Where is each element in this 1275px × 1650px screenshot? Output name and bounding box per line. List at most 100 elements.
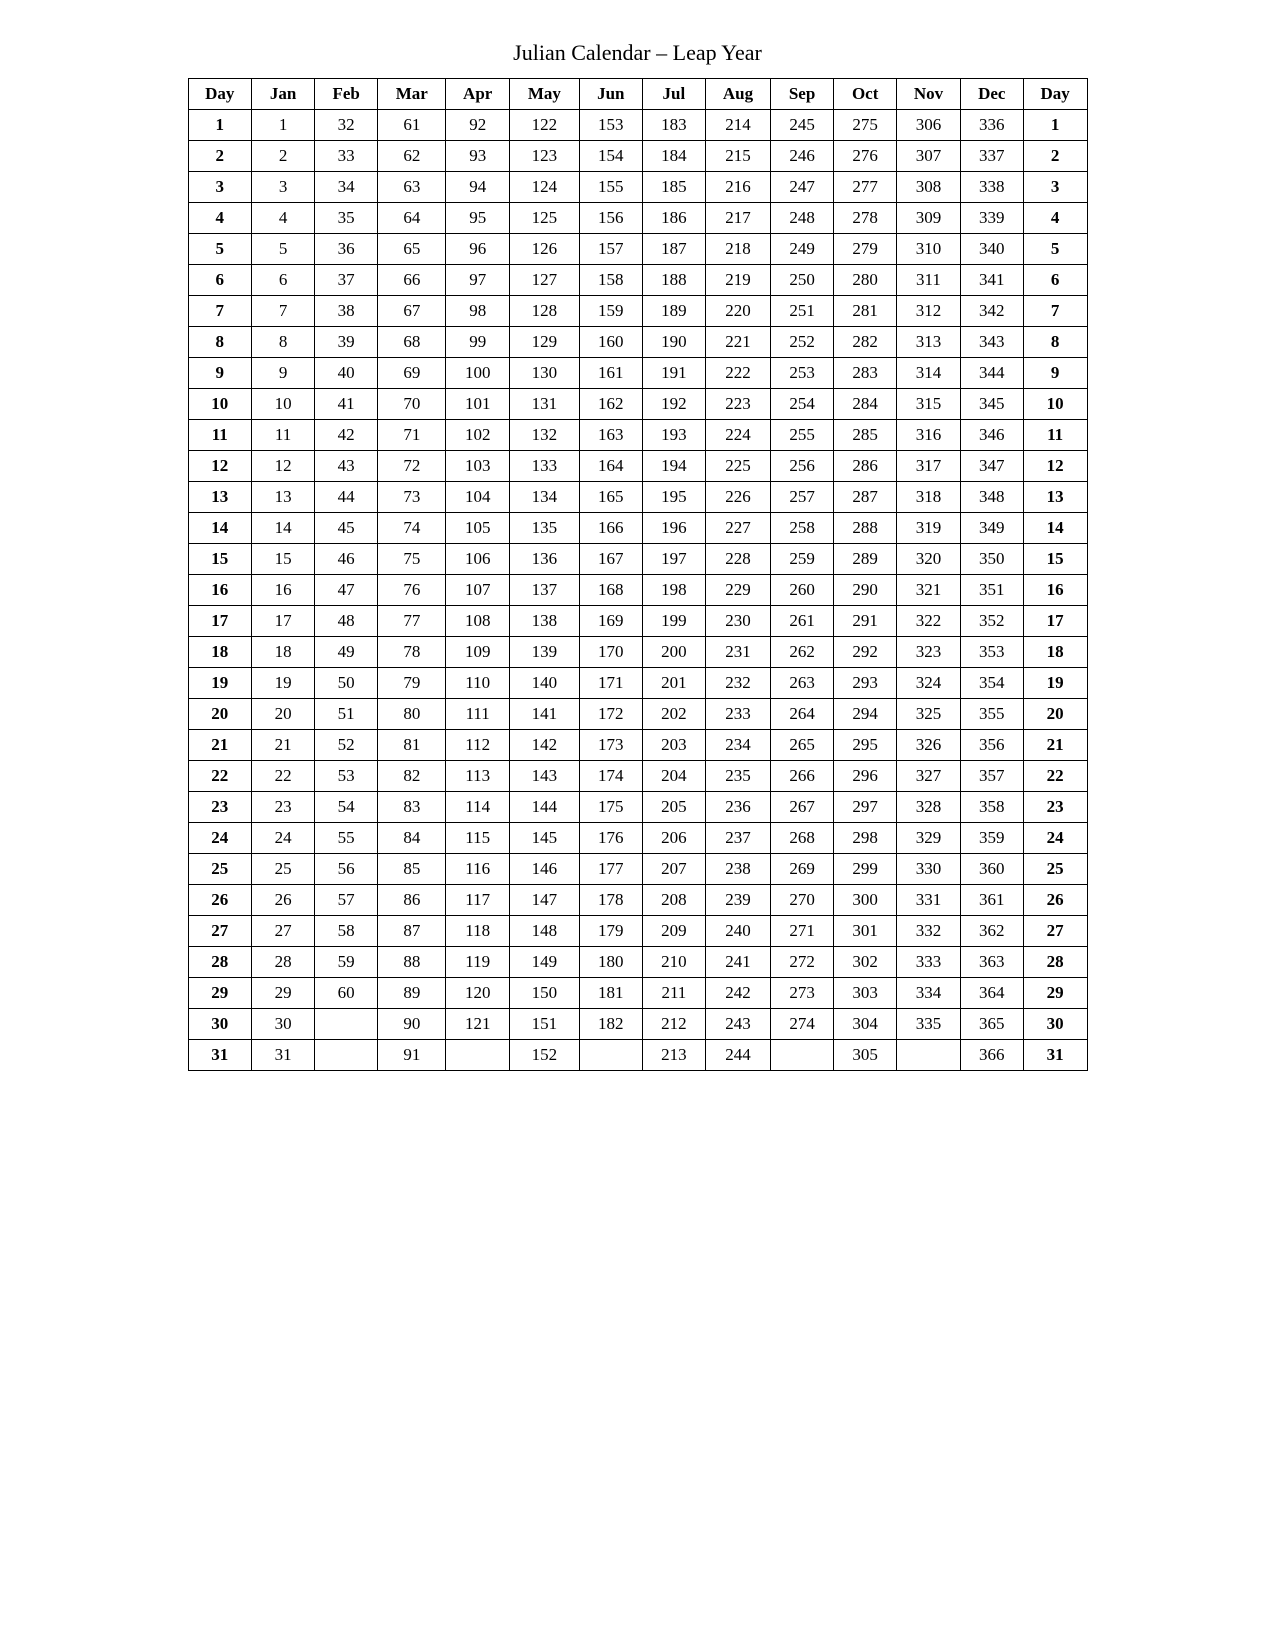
cell-apr-2: 93 (446, 141, 510, 172)
table-row: 31319115221324430536631 (188, 1040, 1087, 1071)
cell-day-14: 14 (1023, 513, 1087, 544)
cell-aug-23: 236 (705, 792, 770, 823)
cell-dec-26: 361 (960, 885, 1023, 916)
cell-oct-18: 292 (834, 637, 897, 668)
cell-oct-10: 284 (834, 389, 897, 420)
header-jan: Jan (252, 79, 315, 110)
cell-dec-29: 364 (960, 978, 1023, 1009)
cell-jan-26: 26 (252, 885, 315, 916)
cell-mar-10: 70 (378, 389, 446, 420)
cell-jun-24: 176 (579, 823, 642, 854)
cell-jan-20: 20 (252, 699, 315, 730)
cell-mar-22: 82 (378, 761, 446, 792)
cell-mar-12: 72 (378, 451, 446, 482)
cell-mar-27: 87 (378, 916, 446, 947)
cell-mar-15: 75 (378, 544, 446, 575)
cell-apr-30: 121 (446, 1009, 510, 1040)
cell-jul-13: 195 (642, 482, 705, 513)
cell-jan-5: 5 (252, 234, 315, 265)
cell-jan-18: 18 (252, 637, 315, 668)
cell-feb-30 (315, 1009, 378, 1040)
cell-may-21: 142 (509, 730, 579, 761)
cell-mar-7: 67 (378, 296, 446, 327)
cell-dec-11: 346 (960, 420, 1023, 451)
cell-aug-12: 225 (705, 451, 770, 482)
cell-dec-8: 343 (960, 327, 1023, 358)
cell-nov-7: 312 (897, 296, 961, 327)
cell-day-29: 29 (1023, 978, 1087, 1009)
table-row: 223362931231541842152462763073372 (188, 141, 1087, 172)
cell-sep-17: 261 (771, 606, 834, 637)
cell-jun-19: 171 (579, 668, 642, 699)
cell-jan-13: 13 (252, 482, 315, 513)
cell-jul-30: 212 (642, 1009, 705, 1040)
cell-oct-28: 302 (834, 947, 897, 978)
cell-aug-4: 217 (705, 203, 770, 234)
cell-day-18: 18 (188, 637, 252, 668)
table-row: 1515467510613616719722825928932035015 (188, 544, 1087, 575)
cell-jun-9: 161 (579, 358, 642, 389)
cell-oct-13: 287 (834, 482, 897, 513)
cell-day-8: 8 (1023, 327, 1087, 358)
cell-apr-7: 98 (446, 296, 510, 327)
table-row: 2020518011114117220223326429432535520 (188, 699, 1087, 730)
table-row: 1010417010113116219222325428431534510 (188, 389, 1087, 420)
cell-day-18: 18 (1023, 637, 1087, 668)
cell-apr-21: 112 (446, 730, 510, 761)
cell-may-18: 139 (509, 637, 579, 668)
cell-mar-20: 80 (378, 699, 446, 730)
cell-jun-8: 160 (579, 327, 642, 358)
cell-day-23: 23 (1023, 792, 1087, 823)
cell-nov-5: 310 (897, 234, 961, 265)
cell-aug-11: 224 (705, 420, 770, 451)
cell-mar-31: 91 (378, 1040, 446, 1071)
header-day: Day (188, 79, 252, 110)
cell-day-30: 30 (188, 1009, 252, 1040)
cell-oct-26: 300 (834, 885, 897, 916)
cell-dec-12: 347 (960, 451, 1023, 482)
cell-may-23: 144 (509, 792, 579, 823)
cell-oct-15: 289 (834, 544, 897, 575)
cell-sep-27: 271 (771, 916, 834, 947)
cell-jan-6: 6 (252, 265, 315, 296)
cell-oct-8: 282 (834, 327, 897, 358)
cell-apr-18: 109 (446, 637, 510, 668)
cell-nov-18: 323 (897, 637, 961, 668)
cell-nov-17: 322 (897, 606, 961, 637)
cell-day-24: 24 (1023, 823, 1087, 854)
table-row: 1818497810913917020023126229232335318 (188, 637, 1087, 668)
cell-day-15: 15 (1023, 544, 1087, 575)
cell-oct-5: 279 (834, 234, 897, 265)
cell-jul-1: 183 (642, 110, 705, 141)
cell-sep-3: 247 (771, 172, 834, 203)
cell-day-21: 21 (1023, 730, 1087, 761)
cell-jun-25: 177 (579, 854, 642, 885)
cell-oct-16: 290 (834, 575, 897, 606)
cell-apr-22: 113 (446, 761, 510, 792)
cell-may-25: 146 (509, 854, 579, 885)
table-row: 1313447310413416519522625728731834813 (188, 482, 1087, 513)
cell-aug-18: 231 (705, 637, 770, 668)
cell-feb-20: 51 (315, 699, 378, 730)
cell-sep-30: 274 (771, 1009, 834, 1040)
cell-jul-20: 202 (642, 699, 705, 730)
cell-oct-19: 293 (834, 668, 897, 699)
cell-jun-27: 179 (579, 916, 642, 947)
cell-sep-8: 252 (771, 327, 834, 358)
cell-oct-11: 285 (834, 420, 897, 451)
cell-apr-16: 107 (446, 575, 510, 606)
cell-day-7: 7 (188, 296, 252, 327)
header-mar: Mar (378, 79, 446, 110)
cell-jul-22: 204 (642, 761, 705, 792)
cell-apr-3: 94 (446, 172, 510, 203)
cell-jan-14: 14 (252, 513, 315, 544)
cell-day-25: 25 (188, 854, 252, 885)
cell-jan-8: 8 (252, 327, 315, 358)
cell-jun-12: 164 (579, 451, 642, 482)
cell-day-19: 19 (188, 668, 252, 699)
cell-jan-4: 4 (252, 203, 315, 234)
cell-nov-8: 313 (897, 327, 961, 358)
cell-dec-20: 355 (960, 699, 1023, 730)
cell-feb-16: 47 (315, 575, 378, 606)
cell-jun-7: 159 (579, 296, 642, 327)
